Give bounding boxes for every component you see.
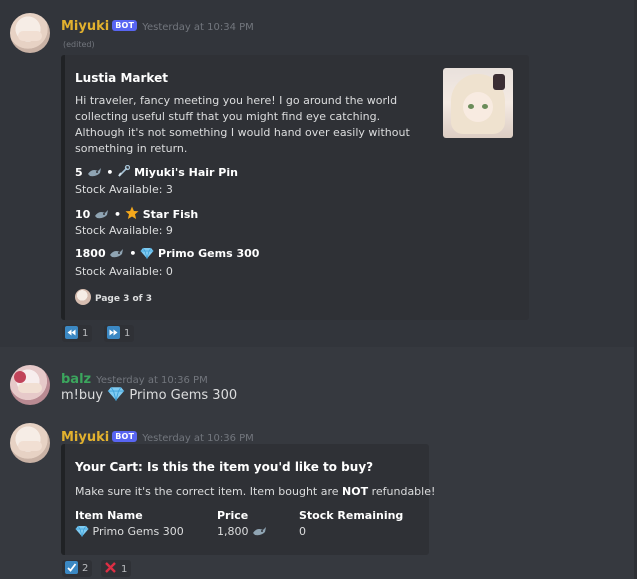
- gem-icon: [107, 386, 125, 405]
- username[interactable]: Miyuki: [61, 430, 109, 445]
- footer-avatar: [75, 289, 91, 305]
- embed-title: Your Cart: Is this the item you'd like t…: [75, 460, 374, 474]
- separator: •: [129, 247, 137, 260]
- field-item-value: Primo Gems 300: [75, 525, 184, 540]
- market-embed: Lustia Market Hi traveler, fancy meeting…: [61, 55, 529, 320]
- bot-tag: BOT: [112, 431, 138, 442]
- reaction-count: 1: [82, 328, 89, 339]
- command-text: m!buy: [61, 388, 104, 403]
- embed-title: Lustia Market: [75, 71, 168, 85]
- field-stock-value: 0: [299, 525, 306, 538]
- item-name: Miyuki's Hair Pin: [134, 166, 238, 179]
- bot-tag: BOT: [112, 20, 138, 31]
- shark-coin-icon: [94, 208, 110, 223]
- rewind-icon: [65, 326, 78, 339]
- description-text: Make sure it's the correct item. Item bo…: [75, 485, 339, 498]
- balz-avatar[interactable]: [10, 365, 50, 405]
- market-item-3: 1800 • Primo Gems 300: [75, 247, 259, 262]
- message-header: Miyuki BOT Yesterday at 10:34 PM: [61, 15, 254, 34]
- edited-label: (edited): [63, 40, 95, 49]
- shark-coin-icon: [252, 525, 268, 540]
- footer-text: Page 3 of 3: [95, 294, 152, 304]
- embed-description: Hi traveler, fancy meeting you here! I g…: [75, 94, 410, 155]
- item-price: 10: [75, 208, 91, 221]
- item-name: Primo Gems 300: [158, 247, 260, 260]
- item-price: 5: [75, 166, 83, 179]
- shark-coin-icon: [109, 247, 125, 262]
- field-item-name: Item Name: [75, 509, 143, 522]
- item-price: 1800: [75, 247, 106, 260]
- miyuki-avatar[interactable]: [10, 423, 50, 463]
- item-stock: Stock Available: 9: [75, 224, 173, 237]
- separator: •: [106, 166, 114, 179]
- item-stock: Stock Available: 3: [75, 183, 173, 196]
- message-text: m!buy Primo Gems 300: [61, 386, 237, 405]
- reaction-fast-forward[interactable]: 1: [104, 325, 135, 342]
- reaction-count: 1: [121, 564, 128, 575]
- username[interactable]: balz: [61, 372, 91, 387]
- command-argument: Primo Gems 300: [129, 388, 238, 403]
- message-header: Miyuki BOT Yesterday at 10:36 PM: [61, 426, 254, 445]
- message-header: balz Yesterday at 10:36 PM: [61, 368, 208, 387]
- reaction-check[interactable]: 2: [62, 560, 93, 577]
- embed-description: Make sure it's the correct item. Item bo…: [75, 485, 435, 498]
- cross-mark-icon: [104, 561, 117, 577]
- description-emphasis: NOT: [342, 485, 369, 498]
- market-item-2: 10 • Star Fish: [75, 206, 198, 223]
- username[interactable]: Miyuki: [61, 19, 109, 34]
- reaction-rewind[interactable]: 1: [62, 325, 93, 342]
- check-mark-icon: [65, 561, 78, 574]
- safety-pin-icon: [117, 164, 131, 181]
- star-icon: [125, 206, 139, 223]
- item-name-value: Primo Gems 300: [92, 525, 184, 538]
- miyuki-avatar[interactable]: [10, 13, 50, 53]
- field-price: Price: [217, 509, 249, 522]
- field-price-value: 1,800: [217, 525, 268, 540]
- fast-forward-icon: [107, 326, 120, 339]
- embed-footer: Page 3 of 3: [75, 289, 152, 305]
- timestamp: Yesterday at 10:36 PM: [142, 433, 254, 444]
- gem-icon: [75, 525, 89, 540]
- timestamp: Yesterday at 10:36 PM: [96, 375, 208, 386]
- cart-embed: Your Cart: Is this the item you'd like t…: [61, 444, 435, 555]
- timestamp: Yesterday at 10:34 PM: [142, 22, 254, 33]
- reaction-count: 1: [124, 328, 131, 339]
- item-stock: Stock Available: 0: [75, 265, 173, 278]
- reaction-cross[interactable]: 1: [101, 560, 132, 577]
- shark-coin-icon: [87, 166, 103, 181]
- market-item-1: 5 • Miyuki's Hair Pin: [75, 164, 238, 181]
- price-value: 1,800: [217, 525, 249, 538]
- item-name: Star Fish: [142, 208, 199, 221]
- separator: •: [114, 208, 122, 221]
- description-text: refundable!: [371, 485, 436, 498]
- embed-thumbnail[interactable]: [443, 68, 513, 138]
- reaction-count: 2: [82, 563, 89, 574]
- gem-icon: [140, 247, 154, 262]
- field-stock-remaining: Stock Remaining: [299, 509, 404, 522]
